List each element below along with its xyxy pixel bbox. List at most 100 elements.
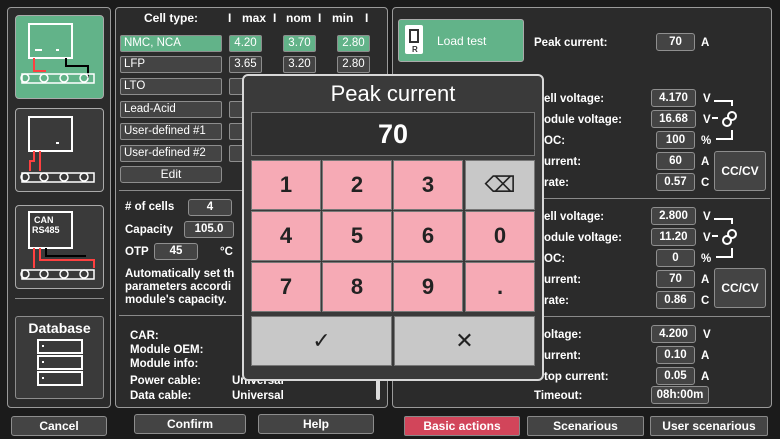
charge-module-voltage-input[interactable]: 16.68 [651, 110, 696, 128]
cell-table-header: Cell type: I max I nom I min I [144, 11, 369, 25]
peak-current-input[interactable]: 70 [656, 33, 695, 51]
load-test-label: Load test [437, 34, 487, 48]
svg-text:RS485: RS485 [32, 225, 60, 235]
discharge-module-voltage-input[interactable]: 11.20 [651, 228, 696, 246]
key-3[interactable]: 3 [393, 160, 463, 210]
cancel-x-icon[interactable]: ✕ [394, 316, 535, 366]
right-divider-1 [534, 198, 770, 199]
battery-can-icon: CAN RS485 [20, 211, 95, 280]
key-8[interactable]: 8 [322, 262, 392, 312]
otp-unit: °C [220, 246, 233, 258]
charge-current-label: urrent: [544, 156, 582, 168]
key-5[interactable]: 5 [322, 211, 392, 261]
link-icon [712, 100, 737, 140]
capacity-input[interactable]: 105.0 [184, 221, 234, 238]
key-decimal[interactable]: . [465, 262, 535, 312]
charge-cccv-button[interactable]: CC/CV [714, 151, 766, 191]
cell-type-row[interactable]: LFP [120, 56, 222, 73]
confirm-check-icon[interactable]: ✓ [251, 316, 392, 366]
timeout-input[interactable]: 08h:00m [651, 386, 709, 404]
left-divider [15, 298, 104, 299]
cancel-button[interactable]: Cancel [11, 416, 107, 436]
auto-text-line2: parameters accordi [125, 281, 232, 293]
auto-text-line3: module's capacity. [125, 294, 227, 306]
tab-basic-actions[interactable]: Basic actions [404, 416, 520, 436]
stop-current-unit: A [701, 371, 710, 383]
hold-voltage-input[interactable]: 4.200 [651, 325, 696, 343]
cell-nom-value: 3.70 [283, 35, 316, 52]
discharge-soc-label: OC: [544, 253, 566, 265]
car-label: CAR: [130, 330, 159, 342]
hold-current-unit: A [701, 350, 710, 362]
peak-current-unit: A [701, 37, 710, 49]
cell-nom-value: 3.20 [283, 56, 316, 73]
cell-type-header: Cell type: [144, 11, 199, 25]
discharge-cccv-button[interactable]: CC/CV [714, 268, 766, 308]
key-6[interactable]: 6 [393, 211, 463, 261]
help-button[interactable]: Help [258, 414, 374, 434]
database-label: Database [28, 320, 91, 336]
auto-text-line1: Automatically set th [125, 268, 235, 280]
peak-current-label: Peak current: [534, 37, 608, 49]
device-option-can[interactable]: CAN RS485 [15, 205, 104, 289]
stop-current-input[interactable]: 0.05 [656, 367, 695, 385]
key-7[interactable]: 7 [251, 262, 321, 312]
nom-header: nom [286, 11, 312, 25]
tab-user-scenarios[interactable]: User scenarious [650, 416, 768, 436]
hold-current-input[interactable]: 0.10 [656, 346, 695, 364]
stop-current-label: top current: [544, 371, 609, 383]
charge-current-unit: A [701, 156, 710, 168]
key-0[interactable]: 0 [465, 211, 535, 261]
key-4[interactable]: 4 [251, 211, 321, 261]
key-2[interactable]: 2 [322, 160, 392, 210]
value-display: 70 [251, 112, 535, 156]
tab-scenarios[interactable]: Scenarious [527, 416, 644, 436]
device-option-wire[interactable] [15, 108, 104, 192]
charge-crate-label: rate: [544, 177, 569, 189]
battery-wire-icon [20, 116, 95, 183]
edit-button[interactable]: Edit [120, 166, 222, 183]
charge-soc-input[interactable]: 100 [656, 131, 695, 149]
cell-min-value: 2.80 [337, 56, 370, 73]
charge-current-input[interactable]: 60 [656, 152, 695, 170]
cell-type-row[interactable]: NMC, NCA [120, 35, 222, 52]
discharge-soc-input[interactable]: 0 [656, 249, 695, 267]
power-cable-label: Power cable: [130, 375, 201, 387]
hold-voltage-unit: V [703, 329, 711, 341]
key-9[interactable]: 9 [393, 262, 463, 312]
discharge-cell-voltage-label: ell voltage: [544, 211, 605, 223]
key-1[interactable]: 1 [251, 160, 321, 210]
discharge-module-voltage-label: odule voltage: [544, 232, 622, 244]
otp-input[interactable]: 45 [154, 243, 198, 260]
battery-load-icon: R [405, 25, 423, 54]
charge-soc-label: OC: [544, 135, 566, 147]
battery-direct-icon [20, 23, 95, 84]
cell-max-value: 4.20 [229, 35, 262, 52]
load-test-button[interactable]: R Load test [398, 19, 524, 62]
discharge-crate-unit: C [701, 295, 710, 307]
discharge-crate-input[interactable]: 0.86 [656, 291, 695, 309]
confirm-button[interactable]: Confirm [134, 414, 246, 434]
database-icon [36, 339, 83, 386]
charge-cell-voltage-input[interactable]: 4.170 [651, 89, 696, 107]
timeout-label: Timeout: [534, 390, 583, 402]
capacity-label: Capacity [125, 224, 173, 236]
cell-type-row[interactable]: Lead-Acid [120, 101, 222, 118]
discharge-current-unit: A [701, 274, 710, 286]
charge-crate-unit: C [701, 177, 710, 189]
hold-current-label: urrent: [544, 350, 582, 362]
cell-type-row[interactable]: User-defined #2 [120, 145, 222, 162]
dialog-title: Peak current [330, 81, 456, 106]
cells-input[interactable]: 4 [188, 199, 232, 216]
charge-crate-input[interactable]: 0.57 [656, 173, 695, 191]
max-header: max [242, 11, 267, 25]
device-option-direct[interactable] [15, 15, 104, 99]
info-clip: Data cable: Universal [125, 388, 380, 400]
cell-type-row[interactable]: User-defined #1 [120, 123, 222, 140]
discharge-current-input[interactable]: 70 [656, 270, 695, 288]
discharge-cell-voltage-input[interactable]: 2.800 [651, 207, 696, 225]
backspace-icon[interactable]: ⌫ [465, 160, 535, 210]
database-button[interactable]: Database [15, 316, 104, 399]
charge-cell-voltage-label: ell voltage: [544, 93, 605, 105]
cell-type-row[interactable]: LTO [120, 78, 222, 95]
